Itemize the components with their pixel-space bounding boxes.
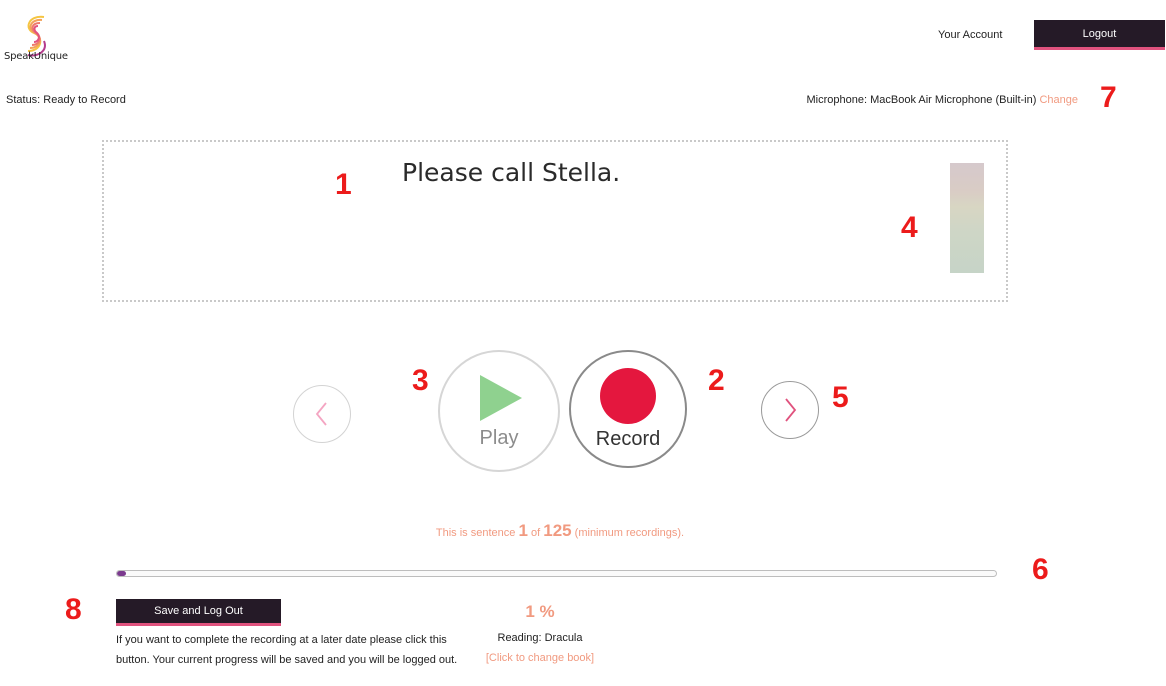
chevron-left-icon (315, 402, 327, 426)
microphone-info: Microphone: MacBook Air Microphone (Buil… (807, 94, 1078, 106)
play-icon (480, 374, 522, 421)
annotation-1: 1 (335, 168, 352, 201)
previous-sentence-button[interactable] (293, 385, 351, 443)
annotation-7: 7 (1100, 81, 1117, 114)
annotation-5: 5 (832, 381, 849, 414)
sentence-counter-suffix: (minimum recordings). (574, 527, 685, 539)
annotation-6: 6 (1032, 553, 1049, 586)
reading-book: Reading: Dracula (497, 632, 583, 644)
sentence-counter: This is sentence 1 of 125 (minimum recor… (0, 521, 1120, 541)
record-button[interactable]: Record (569, 350, 687, 468)
your-account-link[interactable]: Your Account (938, 29, 1002, 41)
status-text: Status: Ready to Record (6, 94, 126, 106)
sentence-text: Please call Stella. (402, 158, 621, 187)
change-book-link[interactable]: [Click to change book] (440, 652, 640, 664)
record-label: Record (595, 427, 661, 450)
next-sentence-button[interactable] (761, 381, 819, 439)
progress-bar (116, 570, 997, 577)
save-and-logout-button[interactable]: Save and Log Out (116, 599, 281, 626)
logout-button[interactable]: Logout (1034, 20, 1165, 50)
change-microphone-link[interactable]: Change (1039, 94, 1078, 106)
save-help-text: If you want to complete the recording at… (116, 634, 458, 666)
audio-level-meter (950, 163, 984, 273)
sentence-counter-of: of (530, 527, 541, 539)
progress-bar-fill (117, 571, 126, 576)
microphone-name: Microphone: MacBook Air Microphone (Buil… (806, 94, 1037, 106)
logo-text: SpeakUnique (4, 51, 68, 62)
sentence-total: 125 (543, 521, 572, 540)
sentence-counter-prefix: This is sentence (435, 527, 516, 539)
play-label: Play (479, 426, 519, 449)
play-button[interactable]: Play (438, 350, 560, 472)
record-icon (600, 367, 656, 424)
chevron-right-icon (785, 398, 797, 422)
annotation-4: 4 (901, 211, 918, 244)
annotation-2: 2 (708, 364, 725, 397)
annotation-3: 3 (412, 364, 429, 397)
sentence-current: 1 (518, 521, 528, 540)
progress-percent: 1 % (525, 602, 555, 621)
annotation-8: 8 (65, 593, 82, 626)
